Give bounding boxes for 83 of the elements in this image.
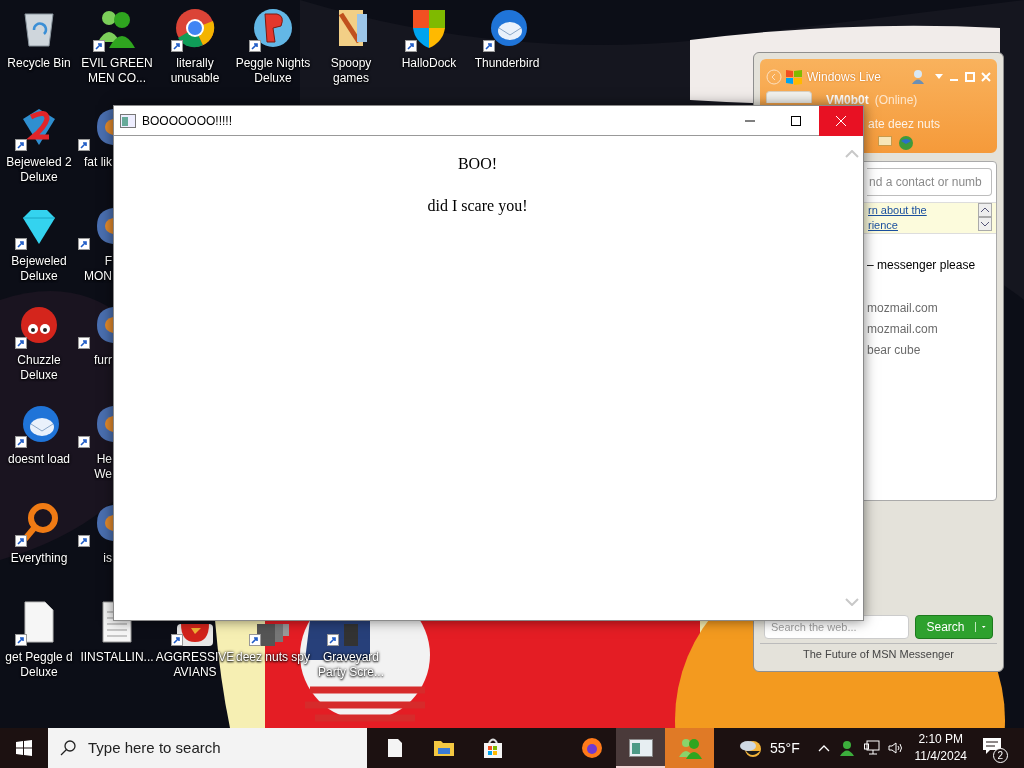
window-title: BOOOOOOO!!!!! xyxy=(142,112,233,130)
clock[interactable]: 2:10 PM 11/4/2024 xyxy=(911,731,970,765)
app-icon xyxy=(95,503,113,543)
scroll-down-icon[interactable] xyxy=(978,217,992,231)
shortcut-arrow-icon xyxy=(15,238,27,250)
icon-label[interactable]: Chuzzle Deluxe xyxy=(17,353,61,383)
app-icon xyxy=(257,624,289,646)
speaker-icon[interactable] xyxy=(887,740,904,756)
app-window-icon xyxy=(628,739,653,757)
shortcut-arrow-icon xyxy=(78,139,90,151)
icon-label[interactable]: deez nuts spy xyxy=(235,650,310,665)
shortcut-arrow-icon xyxy=(15,139,27,151)
icon-label[interactable]: Recycle Bin xyxy=(7,56,71,71)
taskbar-search-field[interactable]: Type here to search xyxy=(48,728,367,768)
icon-label[interactable]: literally unusable xyxy=(170,56,220,86)
temperature-text[interactable]: 55°F xyxy=(770,737,800,759)
icon-label[interactable]: get Peggle d Deluxe xyxy=(5,650,73,680)
icon-label[interactable]: F MON xyxy=(84,254,113,284)
shortcut-arrow-icon xyxy=(78,436,90,448)
shortcut-arrow-icon xyxy=(78,238,90,250)
close-icon xyxy=(836,115,846,126)
scroll-up-icon[interactable] xyxy=(978,203,992,217)
search-icon xyxy=(60,740,76,756)
icon-label[interactable]: EVIL GREEN MEN CO... xyxy=(81,56,153,86)
shortcut-arrow-icon xyxy=(171,634,183,646)
icon-label[interactable]: Everything xyxy=(10,551,68,566)
icon-label[interactable]: HalloDock xyxy=(401,56,457,71)
shortcut-arrow-icon xyxy=(15,634,27,646)
people-icon xyxy=(676,737,703,759)
shortcut-arrow-icon xyxy=(249,634,261,646)
icon-label[interactable]: doesnt load xyxy=(7,452,71,467)
shortcut-arrow-icon xyxy=(405,40,417,52)
ball-icon xyxy=(251,6,295,50)
heading: BOO! xyxy=(457,154,498,174)
notification-count: 2 xyxy=(992,748,1008,763)
icon-label[interactable]: Bejeweled Deluxe xyxy=(11,254,67,284)
contact-entry[interactable]: bear cube xyxy=(867,341,996,362)
shortcut-arrow-icon xyxy=(483,40,495,52)
contact-entry[interactable]: – messenger please xyxy=(867,256,996,277)
document-icon xyxy=(386,738,403,758)
icon-label[interactable]: He We xyxy=(94,452,113,482)
taskbar-app[interactable] xyxy=(616,728,665,768)
icon-label[interactable]: IINSTALLIN... xyxy=(80,650,154,665)
shortcut-arrow-icon xyxy=(78,535,90,547)
maximize-icon xyxy=(791,115,801,126)
circle-logo-icon xyxy=(173,6,217,50)
app-icon xyxy=(95,404,113,444)
shortcut-arrow-icon xyxy=(249,40,261,52)
chevron-up-icon[interactable] xyxy=(817,744,830,752)
shortcut-arrow-icon xyxy=(327,634,339,646)
app-icon xyxy=(344,624,358,646)
contact-entry[interactable]: mozmail.com xyxy=(867,299,996,320)
icon-label[interactable]: Peggle Nights Deluxe xyxy=(235,56,311,86)
brand-text: Windows Live xyxy=(807,69,883,86)
icon-label[interactable]: Bejeweled 2 Deluxe xyxy=(6,155,72,185)
app-window-icon xyxy=(120,113,136,128)
icon-label[interactable]: furr xyxy=(94,353,113,368)
icon-label[interactable]: Spoopy games xyxy=(330,56,372,86)
shortcut-arrow-icon xyxy=(15,436,27,448)
icon-label[interactable]: is xyxy=(103,551,113,566)
app-icon xyxy=(95,107,113,147)
app-icon xyxy=(95,305,113,345)
icon-label[interactable]: fat lik xyxy=(84,155,113,170)
contact-search-field[interactable]: nd a contact or numb xyxy=(867,168,992,196)
shortcut-arrow-icon xyxy=(78,337,90,349)
network-icon[interactable] xyxy=(863,740,880,756)
icon-label[interactable]: Thunderbird xyxy=(474,56,540,71)
shortcut-arrow-icon xyxy=(93,40,105,52)
contact-entry[interactable]: mozmail.com xyxy=(867,320,996,341)
folder-icon xyxy=(432,739,455,757)
info-link[interactable]: rn about the xyxy=(868,203,927,218)
shortcut-arrow-icon xyxy=(15,535,27,547)
footer-text[interactable]: The Future of MSN Messenger xyxy=(803,646,954,663)
shopping-bag-icon xyxy=(482,737,503,759)
app-icon xyxy=(95,206,113,246)
shortcut-arrow-icon xyxy=(15,337,27,349)
person-icon[interactable] xyxy=(839,740,854,756)
windows-flag-icon xyxy=(784,68,804,86)
active-indicator xyxy=(616,766,665,768)
windows-logo-icon xyxy=(16,740,32,756)
shortcut-arrow-icon xyxy=(171,40,183,52)
info-link[interactable]: rience xyxy=(868,218,898,233)
message-text: did I scare you! xyxy=(427,196,528,217)
